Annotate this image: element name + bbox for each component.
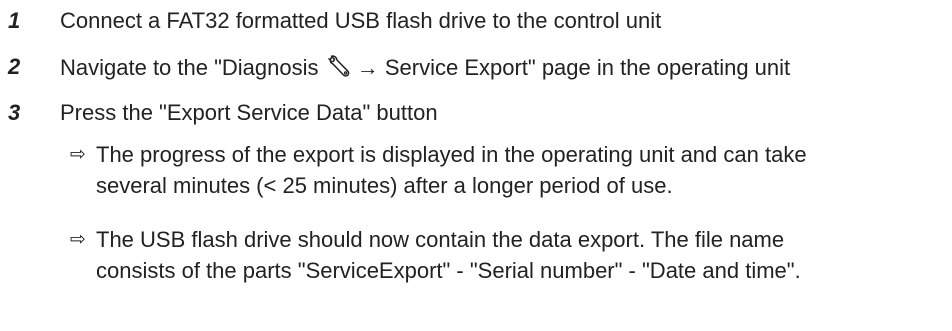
result-1: ⇨ The progress of the export is displaye… [70, 139, 942, 201]
step-text-end: → Service Export" page in the operating … [350, 55, 791, 80]
result-arrow-icon: ⇨ [70, 228, 86, 250]
instruction-page: { "steps": [ { "number": "1", "text": "C… [0, 0, 952, 331]
step-number: 1 [8, 8, 21, 33]
step-text: Navigate to the "Diagnosis → Service Exp… [60, 54, 790, 81]
result-text-line-2: consists of the parts "ServiceExport" - … [96, 258, 801, 283]
result-text-line-2: several minutes (< 25 minutes) after a l… [96, 173, 673, 198]
result-arrow-icon: ⇨ [70, 143, 86, 165]
step-text: Connect a FAT32 formatted USB flash driv… [60, 8, 662, 33]
result-text-line-1: The progress of the export is displayed … [96, 142, 807, 167]
step-number: 2 [8, 54, 21, 79]
result-text-line-1: The USB flash drive should now contain t… [96, 227, 785, 252]
step-text-start: Navigate to the "Diagnosis [60, 55, 325, 80]
step-number: 3 [8, 100, 21, 125]
wrench-icon [327, 55, 349, 77]
result-2: ⇨ The USB flash drive should now contain… [70, 224, 942, 286]
step-text: Press the "Export Service Data" button [60, 100, 438, 125]
